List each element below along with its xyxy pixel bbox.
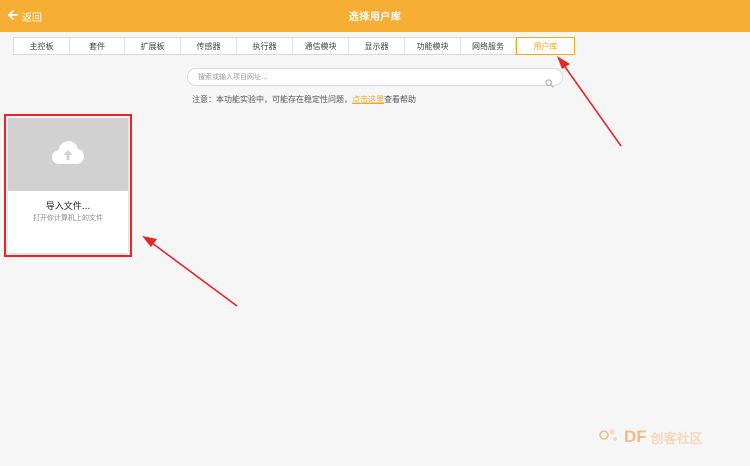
notice-prefix: 注意：本功能实验中，可能存在稳定性问题， — [192, 95, 352, 104]
tab-display[interactable]: 显示器 — [349, 38, 405, 54]
tab-kit[interactable]: 套件 — [70, 38, 125, 54]
card-title: 导入文件... — [45, 202, 91, 212]
tab-main-board[interactable]: 主控板 — [14, 38, 70, 54]
search-icon[interactable] — [545, 73, 554, 88]
search-box — [187, 68, 563, 88]
page-title: 选择用户库 — [348, 12, 402, 23]
arrow-to-card-icon — [142, 236, 238, 307]
watermark-text: 创客社区 — [650, 431, 703, 447]
category-tabs: 主控板 套件 扩展板 传感器 执行器 通信模块 显示器 功能模块 网络服务 用户… — [13, 37, 575, 55]
tab-communication[interactable]: 通信模块 — [293, 38, 349, 54]
tab-user-library[interactable]: 用户库 — [516, 37, 575, 55]
notice-text: 注意：本功能实验中，可能存在稳定性问题，点击这里查看帮助 — [192, 94, 416, 105]
card-subtitle: 打开你计算机上的文件 — [33, 214, 103, 222]
watermark-brand: DF — [624, 427, 647, 446]
import-file-card[interactable]: 导入文件... 打开你计算机上的文件 — [8, 118, 128, 253]
watermark: DF 创客社区 — [598, 426, 748, 448]
tab-expansion-board[interactable]: 扩展板 — [125, 38, 181, 54]
tab-network-service[interactable]: 网络服务 — [461, 38, 516, 54]
tab-function-module[interactable]: 功能模块 — [405, 38, 461, 54]
arrow-to-tab-icon — [557, 56, 622, 147]
watermark-logo-icon — [598, 426, 620, 448]
card-thumbnail — [8, 118, 128, 191]
notice-suffix: 查看帮助 — [384, 95, 416, 104]
tab-sensor[interactable]: 传感器 — [181, 38, 237, 54]
help-link[interactable]: 点击这里 — [352, 95, 384, 104]
tab-actuator[interactable]: 执行器 — [237, 38, 293, 54]
top-bar: 返回 选择用户库 — [0, 0, 750, 32]
cloud-upload-icon — [51, 140, 85, 170]
search-input[interactable] — [198, 71, 538, 83]
